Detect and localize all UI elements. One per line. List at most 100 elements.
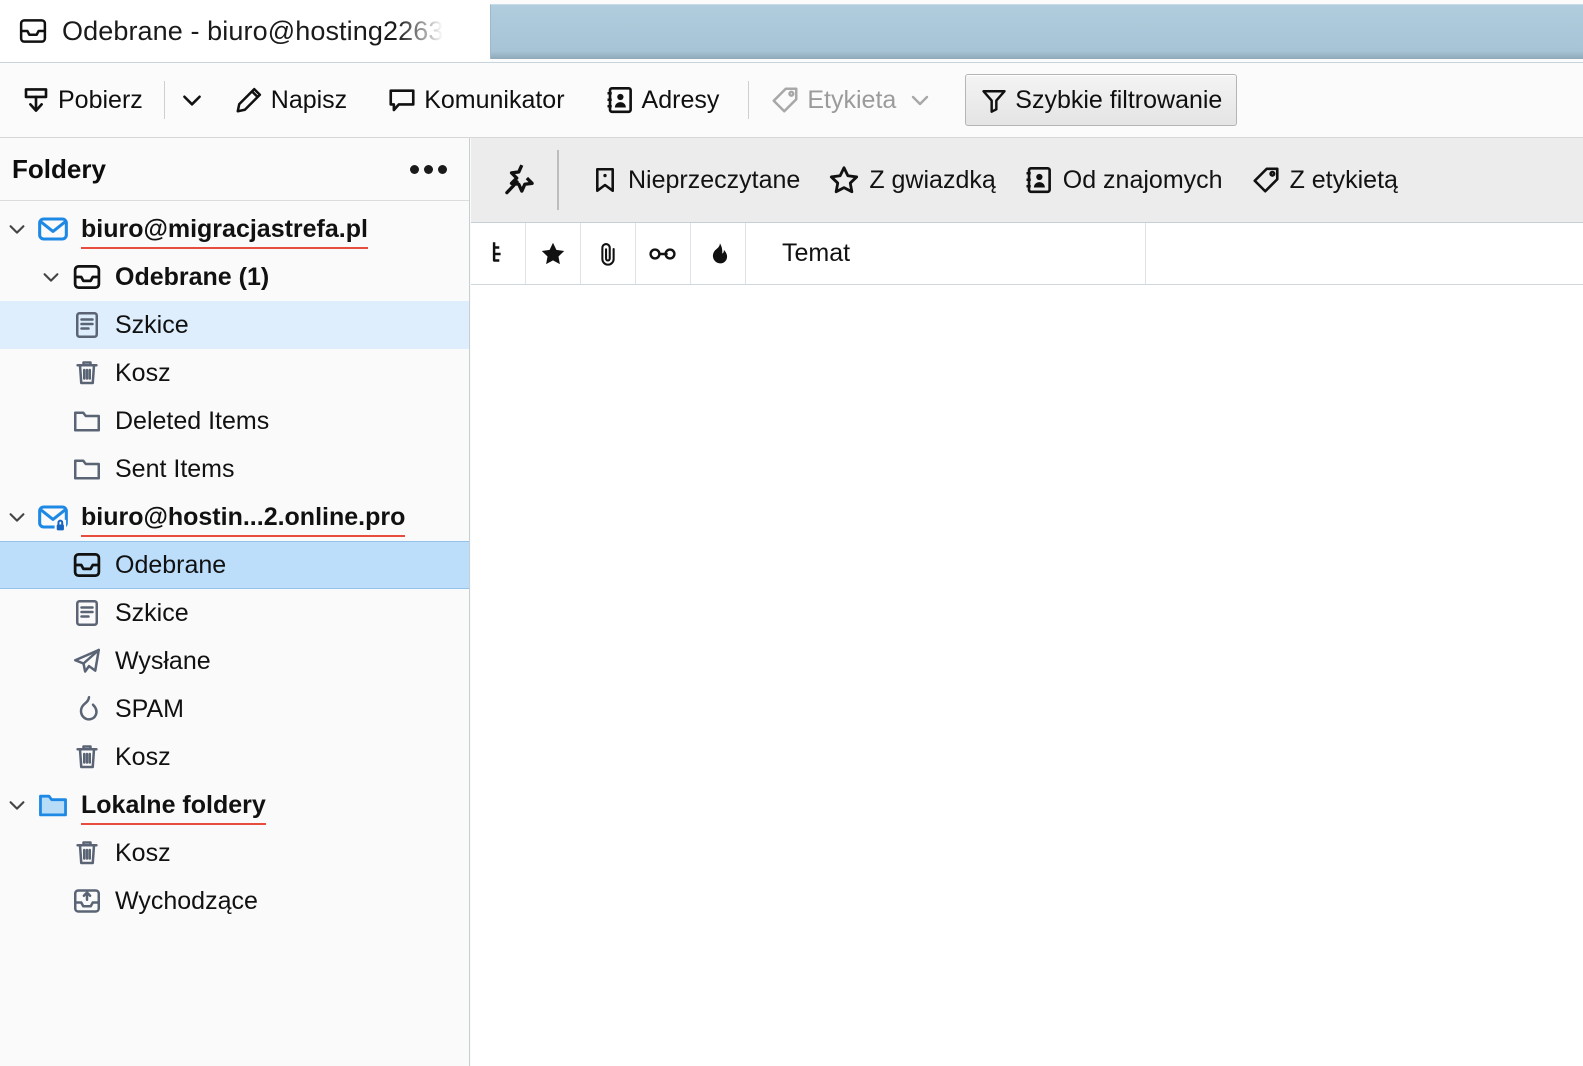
folder-row-inbox-hosting-online-pro[interactable]: Odebrane [0,541,469,589]
main-toolbar: Pobierz Napisz Komunikator Adresy Etykie… [0,63,1583,138]
quick-filter-label: Szybkie filtrowanie [1015,85,1223,114]
toolbar-separator-2 [748,81,750,119]
column-attachment[interactable] [581,223,636,284]
chevron-down-icon[interactable] [0,506,34,528]
paper-plane-icon [68,646,106,676]
junk-flame-icon [705,240,731,268]
folder-row-deleted-items[interactable]: Deleted Items [0,397,469,445]
folder-label: biuro@hostin...2.online.pro [81,502,406,537]
folder-label: Kosz [115,358,171,387]
filter-contacts-label: Od znajomych [1062,165,1223,194]
folder-row-inbox-migracjastrefa[interactable]: Odebrane (1) [0,253,469,301]
quick-filter-separator [557,150,559,210]
folder-row-trash-local[interactable]: Kosz [0,829,469,877]
folder-row-spam-hosting-online-pro[interactable]: SPAM [0,685,469,733]
tab-inbox[interactable]: Odebrane - biuro@hosting2263 [0,0,490,62]
get-messages-button[interactable]: Pobierz [10,75,154,125]
folder-pane-title: Foldery [12,153,106,184]
pin-icon[interactable] [483,150,553,210]
tag-label: Etykieta [807,85,897,114]
message-area: Nieprzeczytane Z gwiazdką Od znajomych Z… [471,138,1583,1066]
folder-icon [68,454,106,484]
address-book-icon [605,85,635,115]
folder-label: biuro@migracjastrefa.pl [81,214,368,249]
folder-label: Lokalne foldery [81,790,266,825]
folder-label: Kosz [115,838,171,867]
folder-label: Szkice [115,598,189,627]
chevron-down-icon[interactable] [34,266,68,288]
envelope-lock-account-icon [34,501,72,533]
column-junk[interactable] [691,223,746,284]
thunderbird-window: Odebrane - biuro@hosting2263 Pobierz Nap… [0,0,1583,1066]
address-book-button[interactable]: Adresy [594,75,731,125]
filter-contacts-button[interactable]: Od znajomych [1010,150,1237,210]
trash-icon [68,358,106,388]
star-filled-icon [539,240,567,268]
column-thread[interactable] [471,223,526,284]
filter-tagged-button[interactable]: Z etykietą [1237,150,1412,210]
folder-row-account-migracjastrefa[interactable]: biuro@migracjastrefa.pl [0,205,469,253]
folder-pane-header: Foldery [0,138,469,201]
get-messages-label: Pobierz [58,85,143,114]
tag-button[interactable]: Etykieta [759,75,943,125]
filter-tagged-label: Z etykietą [1289,165,1398,194]
column-read-status[interactable] [636,223,691,284]
folder-label: Wychodzące [115,886,258,915]
write-button[interactable]: Napisz [223,75,358,125]
filter-unread-button[interactable]: Nieprzeczytane [577,150,814,210]
folder-label: SPAM [115,694,184,723]
folder-row-drafts-hosting-online-pro[interactable]: Szkice [0,589,469,637]
pencil-icon [234,85,264,115]
column-starred[interactable] [526,223,581,284]
tab-strip-empty-area[interactable] [490,4,1583,59]
get-messages-dropdown-button[interactable] [175,77,209,123]
folder-row-outbox-local[interactable]: Wychodzące [0,877,469,925]
folder-row-sent-hosting-online-pro[interactable]: Wysłane [0,637,469,685]
ellipsis-icon[interactable] [410,164,447,174]
inbox-icon [68,550,106,580]
trash-icon [68,742,106,772]
message-list[interactable] [471,286,1583,1066]
chevron-down-icon[interactable] [0,794,34,816]
filter-starred-button[interactable]: Z gwiazdką [814,150,1009,210]
envelope-account-icon [34,213,72,245]
address-book-icon [1024,165,1054,195]
flame-icon [68,694,106,724]
funnel-icon [980,86,1008,114]
thread-icon [487,241,509,267]
chevron-down-icon[interactable] [0,218,34,240]
unread-glasses-icon [648,245,678,263]
folder-label: Szkice [115,310,189,339]
folder-row-account-hosting-online-pro[interactable]: biuro@hostin...2.online.pro [0,493,469,541]
folder-tree: biuro@migracjastrefa.pl Odebrane (1) Szk… [0,201,469,925]
chat-bubble-icon [387,85,417,115]
drafts-icon [68,598,106,628]
star-outline-icon [828,164,860,196]
download-inbox-icon [21,85,51,115]
chat-label: Komunikator [424,85,565,114]
folder-label: Kosz [115,742,171,771]
toolbar-separator-1 [163,81,165,119]
trash-icon [68,838,106,868]
inbox-icon [18,16,48,46]
folder-pane: Foldery biuro@migracjastrefa.pl Odebrane… [0,138,470,1066]
chevron-down-icon [908,88,932,112]
drafts-icon [68,310,106,340]
quick-filter-bar: Nieprzeczytane Z gwiazdką Od znajomych Z… [471,138,1583,223]
folder-row-sent-items[interactable]: Sent Items [0,445,469,493]
folder-label: Odebrane [115,550,227,579]
chat-button[interactable]: Komunikator [376,75,575,125]
column-subject[interactable]: Temat [746,223,1146,284]
outbox-icon [68,886,106,916]
filter-unread-label: Nieprzeczytane [628,165,801,194]
message-list-column-header: Temat [471,223,1583,285]
tab-bar: Odebrane - biuro@hosting2263 [0,0,1583,63]
folder-label: Deleted Items [115,406,270,435]
paperclip-icon [595,239,621,269]
quick-filter-button[interactable]: Szybkie filtrowanie [965,74,1238,126]
folder-row-drafts-migracjastrefa[interactable]: Szkice [0,301,469,349]
folder-row-trash-migracjastrefa[interactable]: Kosz [0,349,469,397]
folder-row-local-folders[interactable]: Lokalne foldery [0,781,469,829]
folder-row-trash-hosting-online-pro[interactable]: Kosz [0,733,469,781]
write-label: Napisz [270,85,348,114]
